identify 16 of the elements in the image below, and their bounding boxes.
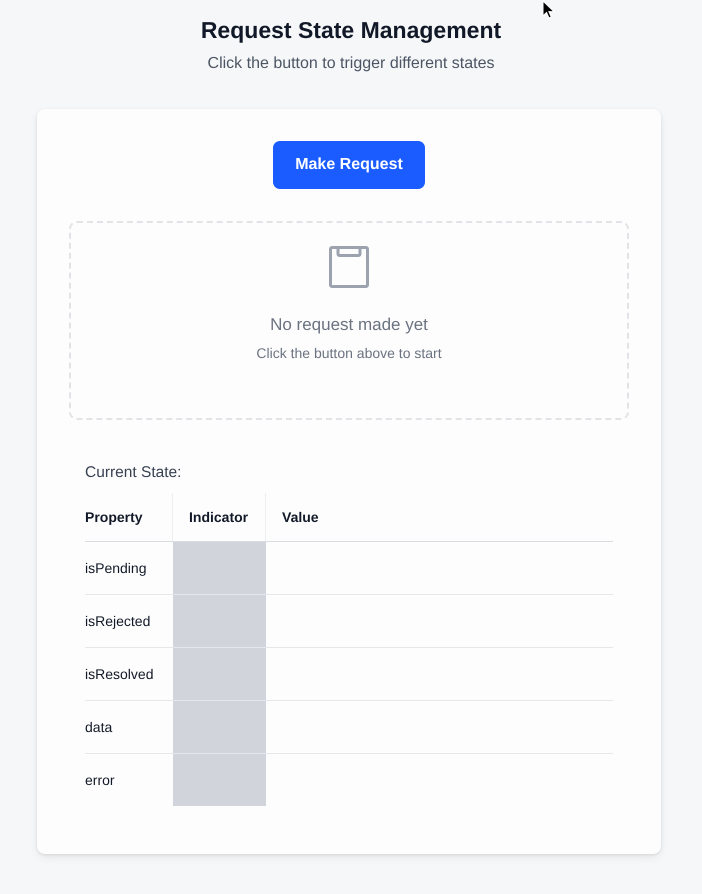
property-name: data bbox=[85, 719, 112, 735]
page-subtitle: Click the button to trigger different states bbox=[208, 54, 494, 74]
column-header: Indicator bbox=[189, 509, 248, 525]
property-name: error bbox=[85, 772, 115, 788]
property-name: isResolved bbox=[85, 666, 154, 682]
column-header: Property bbox=[85, 509, 143, 525]
make-request-button[interactable]: Make Request bbox=[273, 141, 425, 189]
property-name: isRejected bbox=[85, 613, 150, 629]
empty-state-hint: Click the button above to start bbox=[256, 344, 442, 363]
table-caption: Current State: bbox=[85, 463, 182, 483]
page-title: Request State Management bbox=[200, 16, 502, 44]
column-header: Value bbox=[282, 509, 319, 525]
empty-state-title: No request made yet bbox=[270, 314, 428, 336]
clipboard-icon bbox=[329, 246, 369, 288]
property-name: isPending bbox=[85, 560, 146, 576]
mouse-cursor-icon bbox=[542, 0, 555, 19]
